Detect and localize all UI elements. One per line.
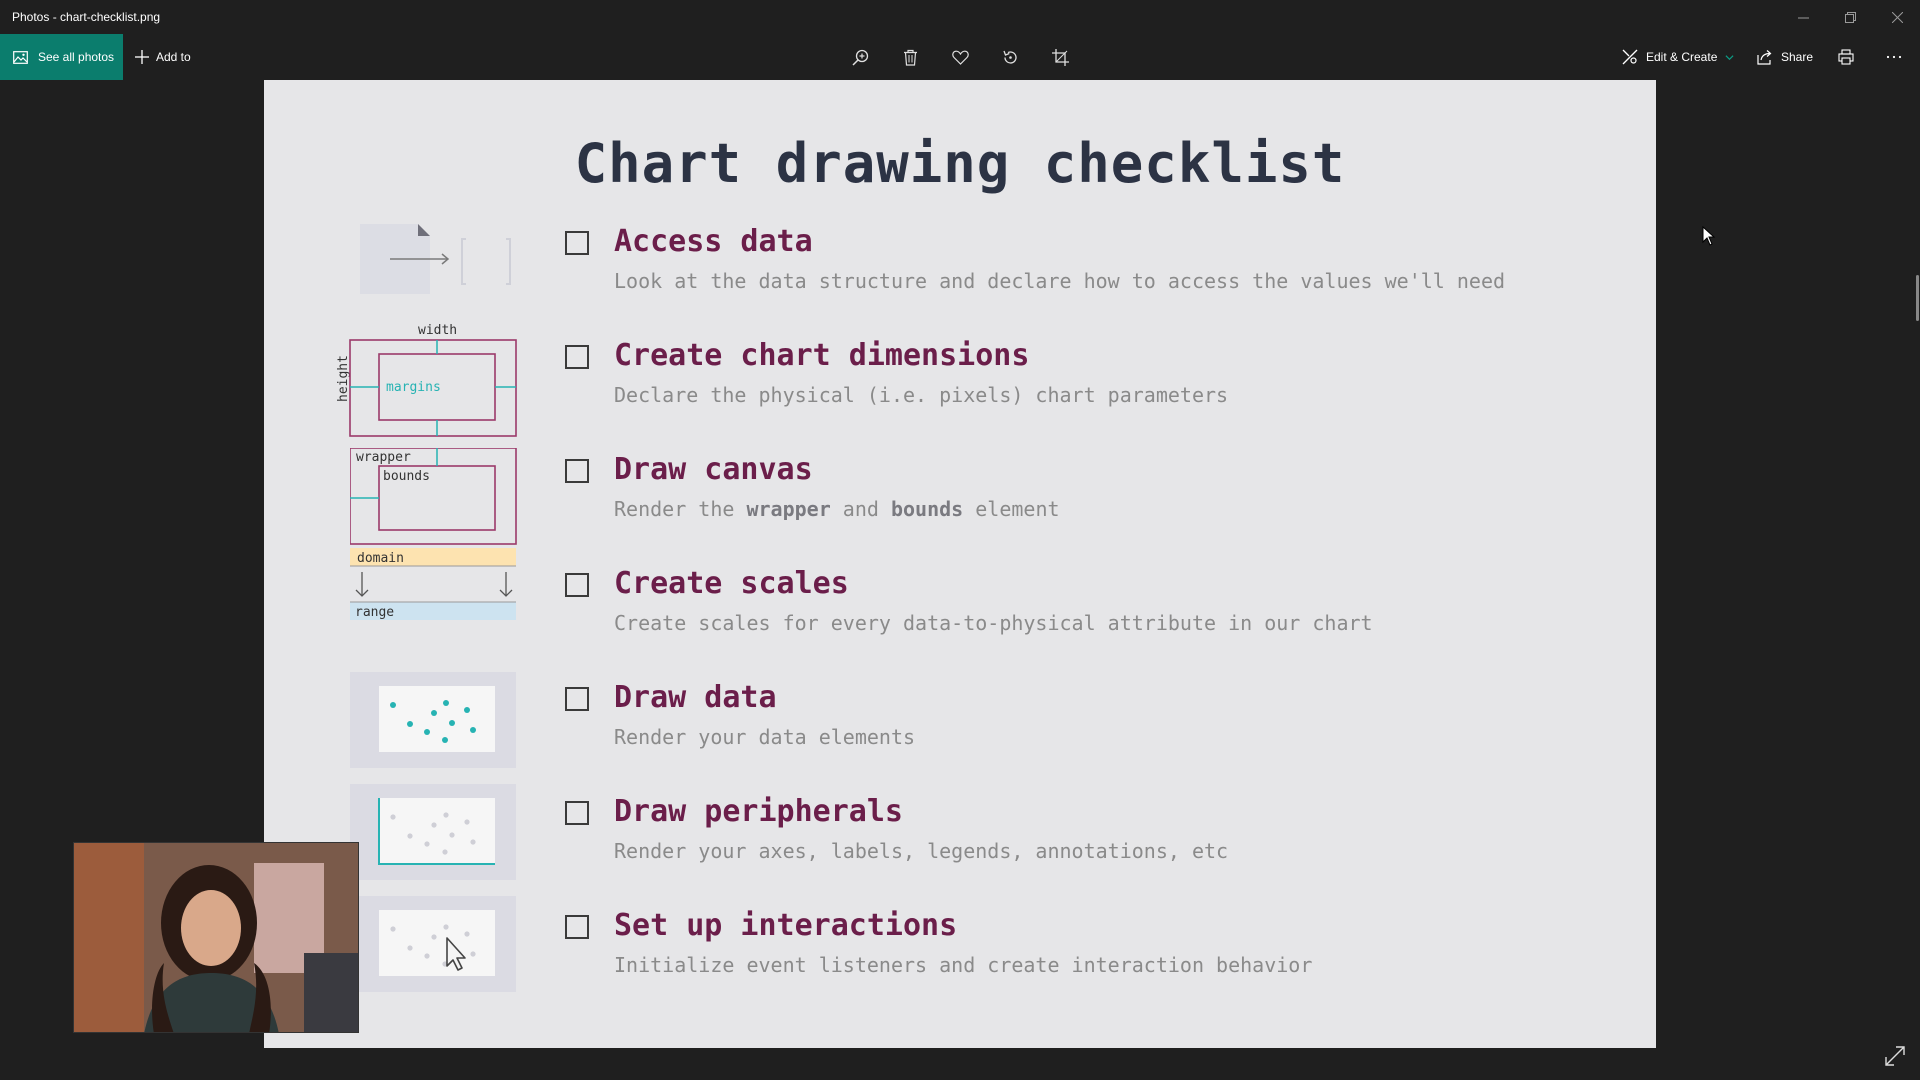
photos-icon (13, 50, 28, 64)
close-icon (1891, 11, 1903, 23)
width-label: width (418, 323, 457, 338)
item-title: Draw data (614, 680, 777, 715)
item-title: Draw peripherals (614, 794, 903, 829)
rotate-icon (1002, 50, 1017, 64)
chevron-down-icon (1725, 54, 1734, 60)
checkbox-create-chart-dimensions[interactable] (565, 345, 589, 369)
desc-text: element (963, 497, 1060, 521)
photo-canvas: Chart drawing checklist Access data Look… (264, 80, 1656, 1048)
item-description: Create scales for every data-to-physical… (614, 611, 1373, 635)
domain-label: domain (357, 551, 404, 566)
scales-illustration: domain range (350, 548, 520, 648)
draw-data-illustration (350, 672, 520, 772)
title-bar: Photos - chart-checklist.png (0, 0, 1920, 34)
checkbox-draw-data[interactable] (565, 687, 589, 711)
add-to-button[interactable]: Add to (135, 34, 191, 80)
bounds-label: bounds (383, 469, 430, 484)
margins-label: margins (386, 380, 441, 395)
see-all-photos-label: See all photos (38, 50, 115, 64)
checklist-item: Draw data Render your data elements (264, 672, 1656, 780)
print-button[interactable] (1838, 34, 1854, 80)
crop-button[interactable] (1047, 45, 1073, 69)
checklist-item: Access data Look at the data structure a… (264, 224, 1656, 324)
checklist-item: wrapper bounds Draw canvas Render the wr… (264, 447, 1656, 552)
item-description: Initialize event listeners and create in… (614, 953, 1313, 977)
print-icon (1838, 49, 1854, 65)
expand-button[interactable] (1884, 1045, 1906, 1067)
range-label: range (355, 605, 394, 620)
desc-bold-bounds: bounds (890, 497, 964, 521)
interactions-illustration (350, 896, 520, 996)
restore-button[interactable] (1827, 0, 1873, 34)
dimensions-illustration: width height margins (330, 320, 530, 440)
desc-text: Render the (614, 497, 747, 521)
item-title: Access data (614, 224, 813, 259)
access-data-illustration (348, 224, 518, 324)
window-title: Photos - chart-checklist.png (12, 10, 161, 24)
checklist-item: domain range Create scales Create scales… (264, 548, 1656, 666)
checkbox-draw-peripherals[interactable] (565, 801, 589, 825)
slide-title: Chart drawing checklist (574, 132, 1346, 195)
minimize-button[interactable] (1780, 0, 1826, 34)
rotate-button[interactable] (997, 45, 1023, 69)
desc-bold-wrapper: wrapper (746, 497, 831, 521)
delete-icon (903, 49, 917, 66)
edit-create-label: Edit & Create (1646, 50, 1718, 64)
crop-icon (1051, 48, 1069, 66)
webcam-overlay (73, 842, 359, 1033)
more-options-button[interactable] (1886, 34, 1902, 80)
minimize-icon (1797, 17, 1809, 18)
checklist-item: width height margins Create chart dimens… (264, 323, 1656, 438)
see-all-photos-button[interactable]: See all photos (0, 34, 123, 80)
item-description: Render the wrapper and bounds element (614, 497, 1060, 521)
add-to-label: Add to (156, 50, 191, 64)
zoom-button[interactable] (847, 45, 873, 69)
checkbox-access-data[interactable] (565, 231, 589, 255)
checkbox-set-up-interactions[interactable] (565, 915, 589, 939)
restore-icon (1844, 11, 1856, 23)
toolbar: See all photos Add to Edit & Create Shar… (0, 34, 1920, 80)
checklist-item: Set up interactions Initialize event lis… (264, 896, 1656, 1008)
share-button[interactable]: Share (1757, 34, 1813, 80)
wrapper-label: wrapper (356, 450, 411, 465)
checkbox-draw-canvas[interactable] (565, 459, 589, 483)
checkbox-create-scales[interactable] (565, 573, 589, 597)
item-description: Declare the physical (i.e. pixels) chart… (614, 383, 1229, 407)
item-title: Draw canvas (614, 452, 813, 487)
item-title: Create scales (614, 566, 849, 601)
canvas-illustration: wrapper bounds (349, 447, 520, 548)
peripherals-illustration (350, 784, 520, 884)
close-button[interactable] (1874, 0, 1920, 34)
height-label: height (336, 355, 351, 402)
item-description: Look at the data structure and declare h… (614, 269, 1506, 293)
item-title: Create chart dimensions (614, 338, 1030, 373)
favorite-button[interactable] (947, 45, 973, 69)
share-label: Share (1781, 50, 1814, 64)
heart-icon (951, 50, 969, 65)
mouse-cursor-icon (1702, 225, 1716, 246)
zoom-icon (851, 49, 868, 66)
more-icon (1886, 55, 1902, 59)
desc-text: and (830, 497, 891, 521)
item-description: Render your axes, labels, legends, annot… (614, 839, 1229, 863)
item-title: Set up interactions (614, 908, 958, 943)
item-description: Render your data elements (614, 725, 916, 749)
checklist-item: Draw peripherals Render your axes, label… (264, 784, 1656, 894)
share-icon (1757, 50, 1772, 65)
delete-button[interactable] (897, 45, 923, 69)
edit-create-button[interactable]: Edit & Create (1622, 34, 1734, 80)
edit-create-icon (1622, 49, 1638, 65)
plus-icon (135, 50, 149, 64)
scrollbar-thumb[interactable] (1916, 275, 1919, 321)
expand-icon (1885, 1046, 1905, 1066)
